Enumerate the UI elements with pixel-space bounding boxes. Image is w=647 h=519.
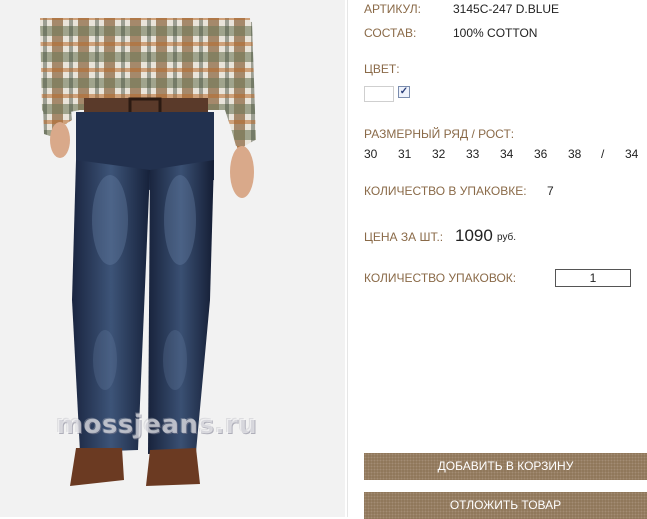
- color-label: ЦВЕТ:: [364, 62, 400, 76]
- divider: [347, 0, 348, 517]
- size-list: 30 31 32 33 34 36 38 / 34: [364, 147, 644, 161]
- price-value: 1090: [455, 226, 493, 245]
- size-item: 31: [398, 147, 412, 161]
- composition-label: СОСТАВ:: [364, 26, 417, 40]
- article-value: 3145C-247 D.BLUE: [453, 2, 560, 16]
- color-swatch[interactable]: [364, 86, 394, 102]
- packs-label: КОЛИЧЕСТВО УПАКОВОК:: [364, 271, 517, 285]
- size-item: 30: [364, 147, 378, 161]
- size-item: 34: [500, 147, 514, 161]
- size-item: 32: [432, 147, 446, 161]
- price-label: ЦЕНА ЗА ШТ.:: [364, 230, 444, 244]
- size-label: РАЗМЕРНЫЙ РЯД / РОСТ:: [364, 127, 515, 141]
- size-item: 33: [466, 147, 480, 161]
- article-label: АРТИКУЛ:: [364, 2, 421, 16]
- size-item: 38: [568, 147, 582, 161]
- add-to-cart-button[interactable]: ДОБАВИТЬ В КОРЗИНУ: [364, 453, 647, 480]
- postpone-button[interactable]: ОТЛОЖИТЬ ТОВАР: [364, 492, 647, 519]
- size-item: 36: [534, 147, 548, 161]
- height-value: 34: [625, 147, 639, 161]
- product-photo: mossjeans.ru: [0, 0, 345, 517]
- packs-quantity-input[interactable]: [555, 269, 631, 287]
- composition-value: 100% COTTON: [453, 26, 538, 40]
- pack-qty-value: 7: [547, 184, 554, 198]
- price-currency: руб.: [497, 232, 517, 243]
- height-separator: /: [601, 147, 605, 161]
- pack-qty-label: КОЛИЧЕСТВО В УПАКОВКЕ:: [364, 184, 527, 198]
- color-checkbox[interactable]: ✓: [398, 86, 410, 98]
- watermark: mossjeans.ru: [56, 410, 258, 440]
